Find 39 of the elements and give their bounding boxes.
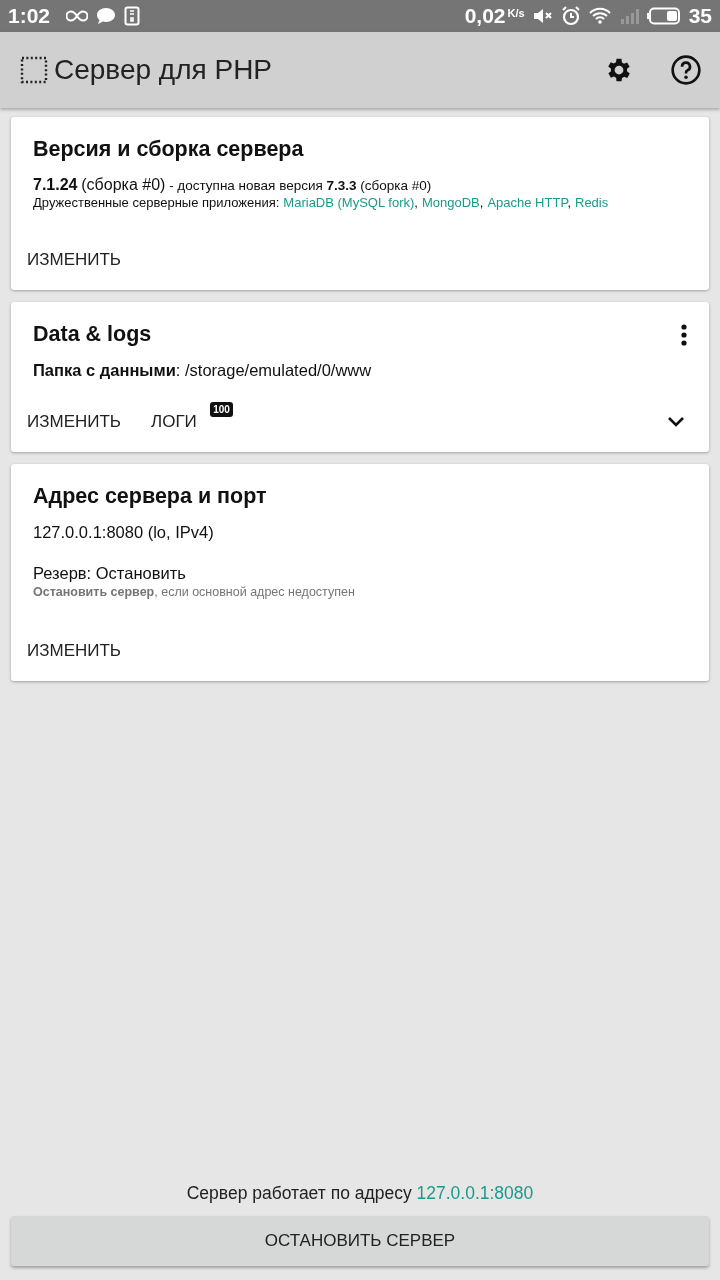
stop-server-button[interactable]: ОСТАНОВИТЬ СЕРВЕР — [11, 1216, 709, 1266]
more-options-icon[interactable] — [681, 322, 687, 347]
help-icon[interactable] — [670, 54, 702, 86]
battery-percent-text: 35 — [688, 4, 712, 28]
separator-text: , — [567, 195, 571, 210]
server-status-text: Сервер работает по адресу — [186, 1183, 412, 1203]
signal-icon — [618, 7, 639, 25]
fallback-text: Резерв: Остановить — [33, 564, 187, 583]
card-title: Версия и сборка сервера — [33, 137, 304, 162]
action-button[interactable]: ИЗМЕНИТЬ — [27, 406, 122, 438]
clock-text: 1:02 — [8, 4, 51, 28]
action-button[interactable]: ЛОГИ — [151, 406, 197, 438]
app-link[interactable]: Redis — [575, 195, 609, 210]
dotted-square-icon — [20, 56, 48, 84]
wifi-icon — [588, 7, 611, 25]
app-link[interactable]: MongoDB — [421, 195, 480, 210]
network-speed-text: 0,02 — [464, 4, 506, 28]
folder-path-text: Папка с данными: /storage/emulated/0/www — [33, 361, 373, 380]
friends-label: Дружественные серверные приложения: — [33, 195, 280, 210]
card-title: Data & logs — [33, 322, 152, 347]
action-button[interactable]: ИЗМЕНИТЬ — [27, 244, 122, 276]
infinity-icon — [66, 9, 89, 23]
app-link[interactable]: Apache HTTP — [487, 195, 568, 210]
action-button[interactable]: ИЗМЕНИТЬ — [27, 635, 122, 667]
battery-icon — [646, 7, 681, 25]
separator-text: , — [479, 195, 484, 210]
chevron-down-icon[interactable] — [667, 416, 685, 428]
sd-card-icon — [124, 6, 141, 26]
card-title: Адрес сервера и порт — [33, 484, 267, 509]
mute-icon — [532, 7, 553, 25]
fallback-hint-text: Остановить сервер, если основной адрес недоступен — [33, 585, 356, 599]
alarm-clock-icon — [560, 6, 581, 26]
separator-text: , — [414, 195, 418, 210]
speed-unit-text: K/s — [507, 7, 525, 19]
address-text: 127.0.0.1:8080 (lo, IPv4) — [33, 523, 215, 542]
count-badge: 100 — [210, 402, 233, 417]
app-title: Сервер для PHP — [54, 54, 273, 86]
chat-bubble-icon — [96, 7, 117, 25]
version-text: 7.1.24 (сборка #0) - доступна новая версия 7.3.3 (сборка #0) — [33, 176, 433, 194]
